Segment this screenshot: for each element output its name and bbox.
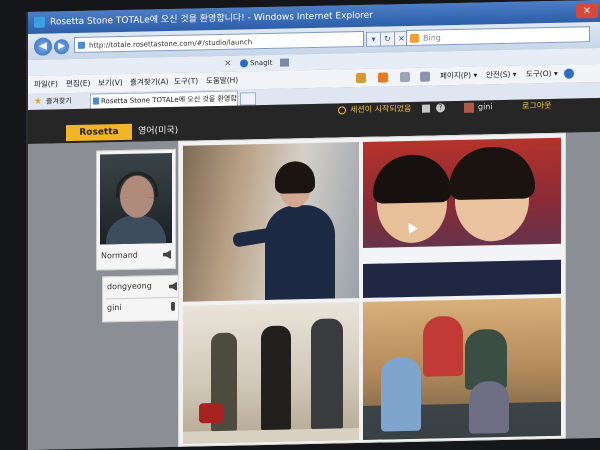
tutor-name: Normand [101,250,138,261]
menu-file[interactable]: 파일(F) [34,75,58,94]
favorites-label[interactable]: 즐겨찾기 [46,93,72,110]
snagit-button[interactable]: SnagIt [240,55,272,72]
photo-floor [183,428,359,444]
photo-group-of-children[interactable] [363,297,561,440]
page-icon [78,41,85,49]
photo-two-children[interactable] [363,137,561,298]
help-icon[interactable] [564,68,574,79]
photo-woman-checking-watch[interactable] [183,142,359,302]
ie-app-icon [34,16,45,28]
menu-favorites[interactable]: 즐겨찾기(A) [130,73,169,92]
participant-speaker-icon[interactable] [169,282,177,291]
participant-divider [106,296,178,300]
photo-traveler [311,318,343,430]
microphone-icon[interactable] [171,301,175,311]
photo-child [381,356,421,432]
bing-icon [410,33,419,43]
menu-tools[interactable]: 도구(T) [174,72,198,91]
back-icon[interactable]: ◀ [34,37,52,56]
photo-child-hair [373,154,451,204]
user-name: gini [478,102,493,112]
app-help-icon[interactable]: ? [436,103,445,113]
participant-name: gini [107,302,122,313]
session-icon [338,106,346,115]
language-label: 영어(미국) [138,125,179,137]
page-menu[interactable]: 페이지(P) ▾ [440,67,477,86]
search-placeholder: Bing [423,33,441,43]
dropdown-icon[interactable]: ▾ [366,31,381,47]
studio-content: Normand dongyeong gini [28,131,600,450]
menu-view[interactable]: 보기(V) [98,74,123,93]
snagit-label: SnagIt [250,58,273,68]
toolbar-close-icon[interactable]: × [224,56,232,72]
video-shoulders [106,215,166,245]
print-icon[interactable] [420,71,430,82]
rosetta-stone-logo: Rosetta Stone [66,123,132,154]
user-icon [464,102,474,113]
logout-link[interactable]: 로그아웃 [522,99,551,114]
snagit-icon [240,59,248,68]
photo-coat [265,204,335,300]
session-status: 세션이 시작되었음 [350,103,412,115]
feed-icon[interactable] [378,72,388,83]
refresh-icon[interactable]: ↻ [380,31,395,47]
favorites-star-icon[interactable]: ★ [34,94,42,110]
address-bar[interactable]: http://totale.rosettastone.com/#/studio/… [74,30,364,53]
app-home-icon[interactable] [422,104,430,113]
photo-traveler [261,325,291,431]
forward-icon[interactable]: ▶ [54,39,69,55]
menu-help[interactable]: 도움말(H) [206,72,238,91]
speaker-icon[interactable] [163,250,171,259]
photo-hair [275,160,315,194]
photo-child [469,380,509,434]
photo-suitcase [199,402,223,424]
tools-menu[interactable]: 도구(O) ▾ [526,65,558,84]
snagit-window-icon[interactable] [280,58,289,67]
lesson-image-panel [178,132,566,447]
new-tab-button[interactable] [240,92,256,106]
home-icon[interactable] [356,72,366,84]
close-icon[interactable]: × [576,3,598,19]
participants-card: dongyeong gini [102,274,182,323]
tab-title: Rosetta Stone TOTALe에 오신 것을 환영합니다! [101,94,238,106]
search-input[interactable]: Bing [406,26,590,47]
screen: Rosetta Stone TOTALe에 오신 것을 환영합니다! - Win… [26,0,600,450]
address-text: http://totale.rosettastone.com/#/studio/… [89,38,253,50]
tab-page-icon [93,97,99,105]
photo-child [423,315,463,377]
participant-name: dongyeong [107,281,152,292]
mail-icon[interactable] [400,71,410,83]
tutor-video-feed [100,152,172,245]
photo-child-hair [449,146,535,201]
safety-menu[interactable]: 안전(S) ▾ [486,66,517,85]
photo-uniform-dark [363,259,561,298]
photo-travelers[interactable] [183,302,359,444]
headphones-icon [116,171,158,199]
menu-edit[interactable]: 편집(E) [66,75,90,94]
tutor-video-card: Normand [96,148,176,271]
